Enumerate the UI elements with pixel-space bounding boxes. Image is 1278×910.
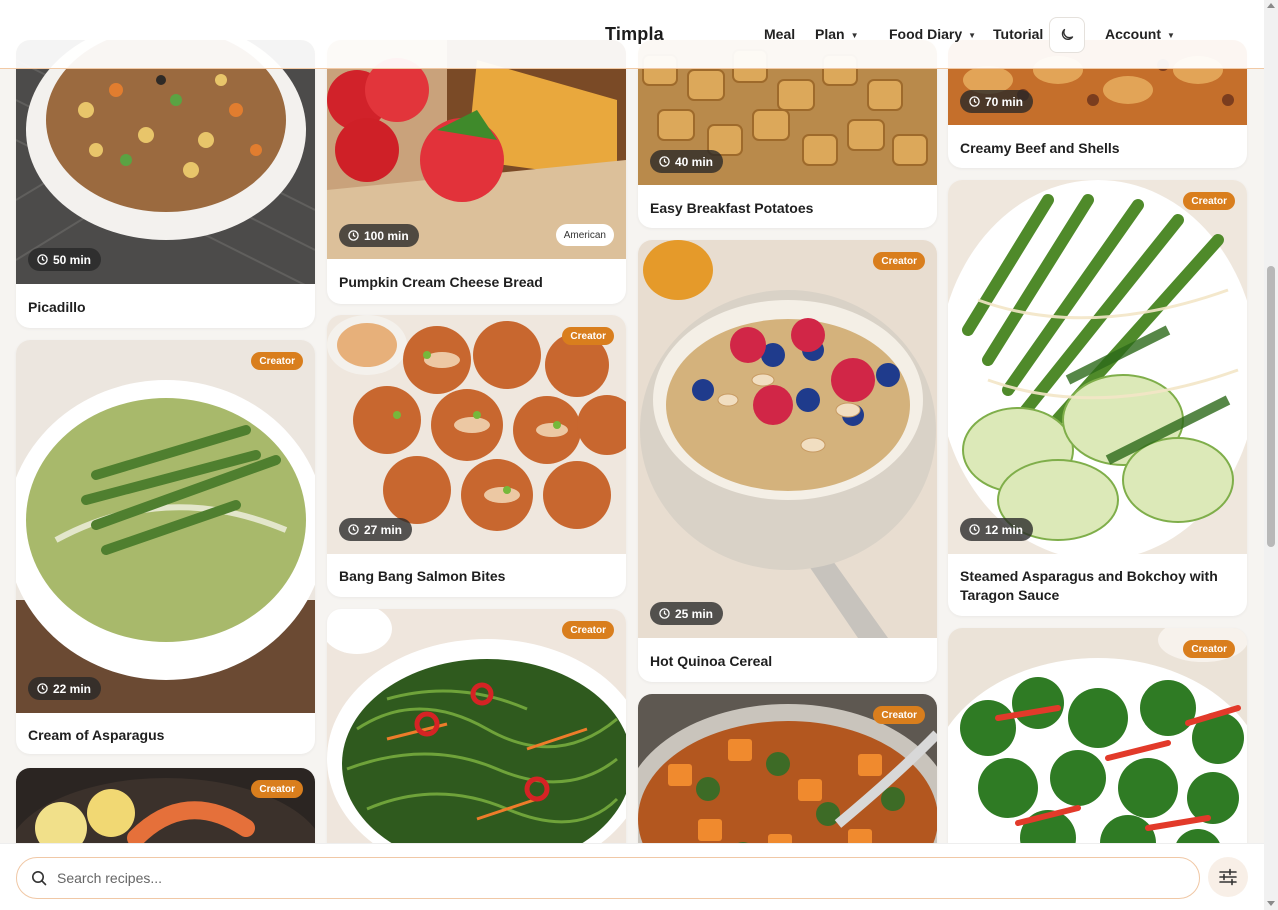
creator-badge: Creator — [873, 706, 925, 724]
recipe-title[interactable]: Easy Breakfast Potatoes — [650, 199, 925, 218]
nav-plan-label: Plan — [815, 26, 845, 42]
cook-time-badge: 100 min — [339, 224, 419, 247]
cook-time-text: 40 min — [675, 154, 714, 169]
recipe-card-pumpkin-cream-cheese-bread[interactable]: 100 min American Pumpkin Cream Cheese Br… — [327, 40, 626, 304]
sliders-icon — [1219, 868, 1237, 886]
creator-badge: Creator — [1183, 640, 1235, 658]
clock-icon — [37, 683, 48, 694]
brand-logo[interactable]: Timpla — [605, 24, 664, 45]
recipe-image: Creator 12 min — [948, 180, 1247, 554]
search-input[interactable] — [57, 870, 1157, 886]
theme-toggle-button[interactable] — [1049, 17, 1085, 53]
recipe-title[interactable]: Pumpkin Cream Cheese Bread — [339, 273, 614, 292]
recipe-title[interactable]: Creamy Beef and Shells — [960, 139, 1235, 158]
cook-time-badge: 22 min — [28, 677, 102, 700]
nav-account-label: Account — [1105, 26, 1161, 42]
recipe-image: Creator 25 min — [638, 240, 937, 638]
clock-icon — [348, 524, 359, 535]
creator-badge: Creator — [251, 780, 303, 798]
recipe-card-steamed-asparagus-bokchoy[interactable]: Creator 12 min Steamed Asparagus and Bok… — [948, 180, 1247, 616]
page-scrollbar[interactable] — [1264, 0, 1278, 910]
recipe-card-bang-bang-salmon-bites[interactable]: Creator 27 min Bang Bang Salmon Bites — [327, 315, 626, 597]
recipe-image: Creator 27 min — [327, 315, 626, 554]
clock-icon — [659, 156, 670, 167]
caret-down-icon: ▼ — [1167, 30, 1175, 40]
cook-time-text: 25 min — [675, 606, 714, 621]
recipe-grid: 50 min Picadillo Creator 22 min Cream of… — [0, 0, 1264, 910]
nav-food-diary-label: Food Diary — [889, 26, 963, 42]
recipe-title[interactable]: Picadillo — [28, 298, 303, 317]
caret-down-icon: ▼ — [968, 30, 977, 40]
cook-time-badge: 12 min — [960, 518, 1034, 541]
search-bar-container — [0, 843, 1264, 910]
clock-icon — [969, 524, 980, 535]
creator-badge: Creator — [873, 252, 925, 270]
recipe-card-picadillo[interactable]: 50 min Picadillo — [16, 40, 315, 328]
moon-icon — [1061, 28, 1074, 41]
cook-time-badge: 70 min — [960, 90, 1034, 113]
top-navbar: Timpla Meal Plan ▼ Food Diary ▼ Tutorial A… — [0, 0, 1264, 69]
nav-tutorial[interactable]: Tutorial — [993, 26, 1043, 42]
caret-down-icon: ▼ — [850, 30, 859, 40]
cook-time-badge: 25 min — [650, 602, 724, 625]
recipe-title[interactable]: Steamed Asparagus and Bokchoy with Tarag… — [960, 567, 1235, 605]
cook-time-text: 70 min — [985, 94, 1024, 109]
cuisine-badge: American — [555, 224, 614, 246]
scroll-up-arrow-icon[interactable] — [1267, 3, 1275, 8]
nav-food-diary[interactable]: Food Diary ▼ — [889, 26, 976, 42]
nav-plan[interactable]: Plan ▼ — [815, 26, 859, 42]
search-icon — [32, 871, 47, 886]
recipe-title[interactable]: Bang Bang Salmon Bites — [339, 567, 614, 586]
recipe-image: 50 min — [16, 40, 315, 284]
cook-time-text: 100 min — [364, 228, 409, 243]
cook-time-text: 27 min — [364, 522, 403, 537]
recipe-image: Creator 22 min — [16, 340, 315, 713]
clock-icon — [348, 230, 359, 241]
recipe-title[interactable]: Cream of Asparagus — [28, 726, 303, 745]
cook-time-text: 12 min — [985, 522, 1024, 537]
cook-time-badge: 50 min — [28, 248, 102, 271]
recipe-title[interactable]: Hot Quinoa Cereal — [650, 652, 925, 671]
cook-time-text: 50 min — [53, 252, 92, 267]
nav-meal[interactable]: Meal — [764, 26, 795, 42]
filter-button[interactable] — [1208, 857, 1248, 897]
nav-account[interactable]: Account ▼ — [1105, 26, 1175, 42]
creator-badge: Creator — [562, 327, 614, 345]
creator-badge: Creator — [251, 352, 303, 370]
creator-badge: Creator — [562, 621, 614, 639]
recipe-card-cream-of-asparagus[interactable]: Creator 22 min Cream of Asparagus — [16, 340, 315, 754]
cook-time-text: 22 min — [53, 681, 92, 696]
clock-icon — [37, 254, 48, 265]
cook-time-badge: 40 min — [650, 150, 724, 173]
cook-time-badge: 27 min — [339, 518, 413, 541]
search-box[interactable] — [16, 857, 1200, 899]
scroll-down-arrow-icon[interactable] — [1267, 901, 1275, 906]
recipe-image: 100 min American — [327, 40, 626, 259]
clock-icon — [659, 608, 670, 619]
recipe-card-hot-quinoa-cereal[interactable]: Creator 25 min Hot Quinoa Cereal — [638, 240, 937, 682]
clock-icon — [969, 96, 980, 107]
creator-badge: Creator — [1183, 192, 1235, 210]
scrollbar-thumb[interactable] — [1267, 266, 1275, 547]
